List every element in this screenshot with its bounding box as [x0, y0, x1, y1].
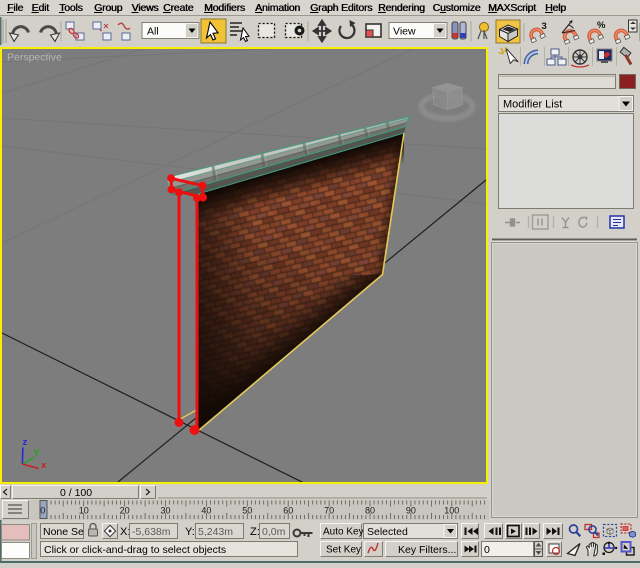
svg-text:90: 90: [406, 506, 416, 516]
svg-text:Click or click-and-drag to sel: Click or click-and-drag to select object…: [44, 544, 226, 556]
svg-text:60: 60: [283, 506, 293, 516]
svg-text:Selected: Selected: [367, 526, 408, 538]
svg-text:0,0m: 0,0m: [262, 526, 286, 538]
svg-text:0: 0: [484, 544, 490, 556]
svg-text:30: 30: [160, 506, 170, 516]
svg-text:3: 3: [542, 21, 547, 32]
svg-text:Key Filters...: Key Filters...: [398, 544, 456, 556]
svg-text:70: 70: [324, 506, 334, 516]
svg-text:View: View: [393, 26, 416, 38]
svg-text:100: 100: [444, 506, 459, 516]
svg-text:x: x: [41, 460, 47, 471]
svg-text:10: 10: [79, 506, 89, 516]
svg-text:Z:: Z:: [250, 526, 260, 538]
svg-text:40: 40: [201, 506, 211, 516]
svg-text:50: 50: [242, 506, 252, 516]
svg-text:None Se: None Se: [43, 526, 84, 538]
svg-text:Perspective: Perspective: [7, 52, 62, 64]
svg-text:Auto Key: Auto Key: [323, 527, 364, 538]
svg-text:All: All: [147, 26, 159, 38]
svg-text:80: 80: [365, 506, 375, 516]
svg-text:20: 20: [120, 506, 130, 516]
svg-text:Y:: Y:: [185, 526, 195, 538]
svg-text:0 / 100: 0 / 100: [60, 487, 92, 499]
svg-text:y: y: [34, 447, 40, 458]
svg-text:z: z: [23, 437, 28, 448]
svg-text:-5,638m: -5,638m: [132, 526, 171, 538]
svg-text:0: 0: [40, 506, 45, 516]
svg-text:%: %: [597, 20, 606, 31]
svg-text:5,243m: 5,243m: [198, 526, 233, 538]
svg-text:Set Key: Set Key: [326, 545, 361, 556]
svg-text:Modifier List: Modifier List: [503, 99, 562, 111]
svg-text:X:: X:: [120, 526, 130, 538]
